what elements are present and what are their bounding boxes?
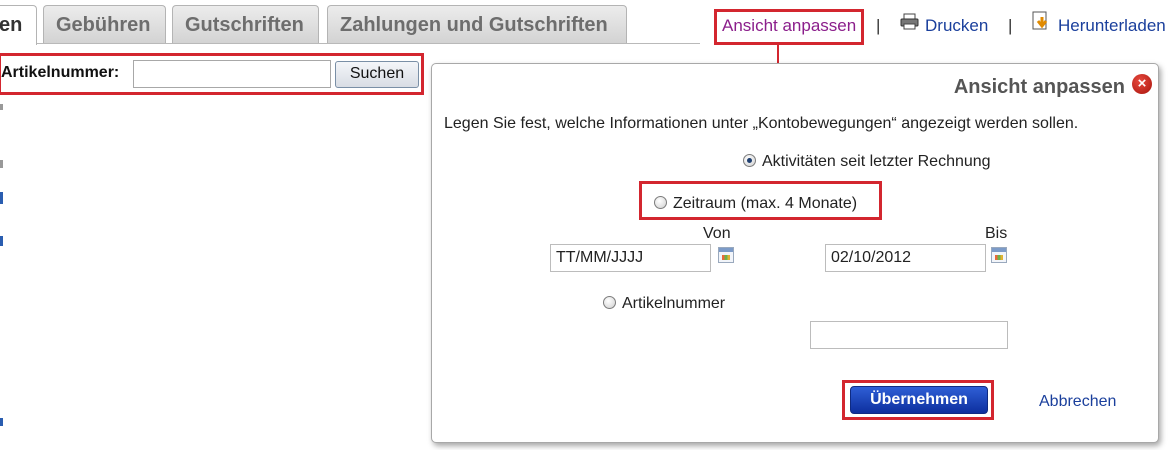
edge-fragment bbox=[0, 418, 3, 426]
to-label: Bis bbox=[985, 225, 1008, 242]
radio-date-range[interactable] bbox=[654, 196, 667, 209]
dialog-title: Ansicht anpassen bbox=[953, 76, 1125, 98]
separator: | bbox=[876, 16, 881, 35]
tab-zahlungen-und-gutschriften[interactable]: Zahlungen und Gutschriften bbox=[327, 5, 627, 43]
from-label: Von bbox=[703, 225, 731, 242]
edge-fragment bbox=[0, 160, 3, 168]
calendar-icon[interactable] bbox=[718, 247, 734, 263]
print-link[interactable]: Drucken bbox=[925, 16, 988, 36]
tab-gutschriften[interactable]: Gutschriften bbox=[172, 5, 319, 43]
edge-fragment bbox=[0, 236, 3, 246]
customize-view-dialog: Ansicht anpassen × Legen Sie fest, welch… bbox=[431, 63, 1159, 443]
search-button[interactable]: Suchen bbox=[335, 61, 419, 88]
radio-label-item-number[interactable]: Artikelnummer bbox=[622, 295, 725, 313]
cancel-link[interactable]: Abbrechen bbox=[1039, 393, 1116, 411]
tab-label: en bbox=[0, 14, 23, 36]
customize-view-link[interactable]: Ansicht anpassen bbox=[722, 16, 856, 36]
calendar-icon[interactable] bbox=[991, 247, 1007, 263]
from-date-input[interactable] bbox=[550, 244, 711, 272]
radio-since-last-invoice[interactable] bbox=[743, 154, 756, 167]
item-number-input[interactable] bbox=[810, 321, 1008, 349]
tab-active[interactable]: en bbox=[0, 5, 37, 45]
tab-gebuehren[interactable]: Gebühren bbox=[43, 5, 166, 43]
radio-label-date-range[interactable]: Zeitraum (max. 4 Monate) bbox=[673, 195, 857, 213]
to-date-input[interactable] bbox=[825, 244, 986, 272]
printer-icon[interactable] bbox=[900, 13, 919, 30]
edge-fragment bbox=[0, 104, 3, 110]
tab-label: Gebühren bbox=[56, 14, 151, 36]
download-link[interactable]: Herunterladen bbox=[1058, 16, 1166, 36]
tab-label: Gutschriften bbox=[185, 14, 304, 36]
item-number-search-input[interactable] bbox=[133, 60, 331, 88]
item-number-label: Artikelnummer: bbox=[1, 64, 120, 81]
close-icon[interactable]: × bbox=[1132, 74, 1152, 94]
radio-item-number[interactable] bbox=[603, 296, 616, 309]
dialog-description: Legen Sie fest, welche Informationen unt… bbox=[444, 115, 1079, 132]
edge-fragment bbox=[0, 192, 3, 204]
tab-label: Zahlungen und Gutschriften bbox=[340, 14, 608, 36]
apply-button[interactable]: Übernehmen bbox=[850, 386, 988, 414]
separator: | bbox=[1008, 16, 1013, 35]
download-icon[interactable] bbox=[1032, 11, 1052, 31]
radio-label-since-last-invoice[interactable]: Aktivitäten seit letzter Rechnung bbox=[762, 153, 991, 171]
